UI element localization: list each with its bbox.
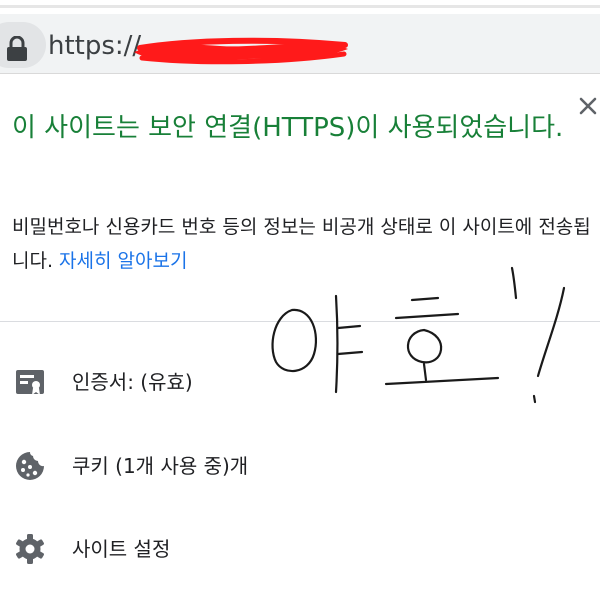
divider (0, 321, 600, 322)
site-settings-row[interactable]: 사이트 설정 (0, 513, 600, 583)
learn-more-link[interactable]: 자세히 알아보기 (59, 250, 187, 272)
url-text[interactable]: https:// (48, 31, 141, 61)
cookie-icon (16, 452, 44, 480)
url-redaction (134, 37, 348, 65)
address-bar[interactable]: https:// (0, 14, 600, 74)
site-settings-label: 사이트 설정 (72, 537, 171, 561)
close-icon[interactable] (576, 94, 600, 118)
certificate-label: 인증서: (유효) (72, 370, 193, 394)
gear-icon (16, 534, 44, 564)
certificate-row[interactable]: 인증서: (유효) (0, 346, 600, 416)
security-title: 이 사이트는 보안 연결(HTTPS)이 사용되었습니다. (12, 113, 564, 143)
lock-icon[interactable] (6, 36, 28, 62)
cookie-label: 쿠키 (1개 사용 중)개 (72, 454, 249, 478)
security-description: 비밀번호나 신용카드 번호 등의 정보는 비공개 상태로 이 사이트에 전송됩니… (12, 210, 592, 278)
cookie-row[interactable]: 쿠키 (1개 사용 중)개 (0, 430, 600, 500)
browser-top-edge (0, 0, 600, 8)
certificate-icon (16, 370, 44, 395)
